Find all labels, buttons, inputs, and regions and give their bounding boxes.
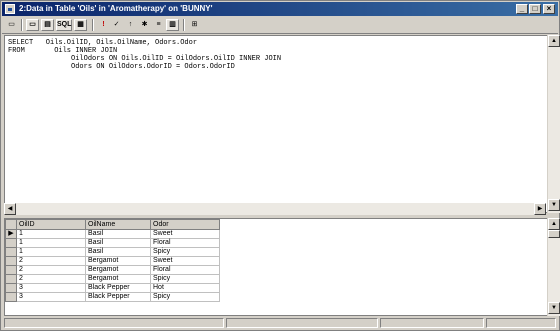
cell-oilid[interactable]: 1 bbox=[16, 247, 86, 257]
column-header-odor[interactable]: Odor bbox=[150, 219, 220, 230]
status-panel bbox=[380, 318, 484, 328]
cell-odor[interactable]: Floral bbox=[150, 238, 220, 248]
show-diagram-pane-icon[interactable]: ▭ bbox=[26, 19, 39, 31]
cell-odor[interactable]: Spicy bbox=[150, 274, 220, 284]
row-header[interactable] bbox=[5, 265, 17, 275]
status-panel bbox=[486, 318, 556, 328]
toolbar: ▭ ▭ ▤ SQL ▦ ! ✓ ↑ ✱ ≡ ▥ ⊞ bbox=[2, 17, 558, 34]
minimize-button[interactable]: _ bbox=[516, 4, 528, 14]
close-button[interactable]: × bbox=[543, 4, 555, 14]
table-row[interactable]: 2 Bergamot Floral bbox=[5, 265, 220, 275]
add-table-icon[interactable]: ⊞ bbox=[188, 19, 201, 31]
verify-sql-icon[interactable]: ✓ bbox=[110, 19, 123, 31]
sql-line: Odors ON OilOdors.OdorID = Odors.OdorID bbox=[8, 63, 235, 71]
maximize-button[interactable]: □ bbox=[529, 4, 541, 14]
cell-odor[interactable]: Spicy bbox=[150, 247, 220, 257]
sql-line: FROM Oils INNER JOIN bbox=[8, 47, 118, 55]
table-row[interactable]: 3 Black Pepper Hot bbox=[5, 283, 220, 293]
toolbar-separator bbox=[92, 19, 94, 31]
properties-icon[interactable]: ▭ bbox=[5, 19, 18, 31]
scroll-up-icon[interactable]: ▲ bbox=[548, 35, 560, 47]
table-row[interactable]: 2 Bergamot Sweet bbox=[5, 256, 220, 266]
cell-oilname[interactable]: Bergamot bbox=[85, 265, 151, 275]
cell-oilname[interactable]: Basil bbox=[85, 229, 151, 239]
row-header[interactable] bbox=[5, 292, 17, 302]
scroll-right-icon[interactable]: ▶ bbox=[534, 203, 546, 215]
window-title: 2:Data in Table 'Oils' in 'Aromatherapy'… bbox=[19, 4, 213, 13]
results-table: OilID OilName Odor ▶ 1 Basil Sweet 1 Bas… bbox=[5, 219, 220, 302]
current-row-indicator-icon[interactable]: ▶ bbox=[5, 229, 17, 239]
group-by-icon[interactable]: ≡ bbox=[152, 19, 165, 31]
cell-odor[interactable]: Hot bbox=[150, 283, 220, 293]
cell-oilid[interactable]: 2 bbox=[16, 274, 86, 284]
table-row[interactable]: 1 Basil Spicy bbox=[5, 247, 220, 257]
cell-oilid[interactable]: 3 bbox=[16, 292, 86, 302]
cell-odor[interactable]: Floral bbox=[150, 265, 220, 275]
scroll-left-icon[interactable]: ◀ bbox=[4, 203, 16, 215]
cell-oilname[interactable]: Black Pepper bbox=[85, 292, 151, 302]
column-header-oilname[interactable]: OilName bbox=[85, 219, 151, 230]
cell-oilname[interactable]: Black Pepper bbox=[85, 283, 151, 293]
sort-ascending-icon[interactable]: ↑ bbox=[124, 19, 137, 31]
show-results-pane-icon[interactable]: ▦ bbox=[74, 19, 87, 31]
table-row[interactable]: 3 Black Pepper Spicy bbox=[5, 292, 220, 302]
column-header-oilid[interactable]: OilID bbox=[16, 219, 86, 230]
toolbar-separator bbox=[183, 19, 185, 31]
cell-oilid[interactable]: 2 bbox=[16, 265, 86, 275]
sql-line: OilOdors ON Oils.OilID = OilOdors.OilID … bbox=[8, 55, 282, 63]
row-header[interactable] bbox=[5, 274, 17, 284]
status-panel bbox=[4, 318, 224, 328]
title-bar[interactable]: 2:Data in Table 'Oils' in 'Aromatherapy'… bbox=[2, 2, 558, 16]
row-header-corner bbox=[5, 219, 17, 230]
status-panel bbox=[226, 318, 378, 328]
cell-oilid[interactable]: 1 bbox=[16, 229, 86, 239]
remove-filter-icon[interactable]: ✱ bbox=[138, 19, 151, 31]
table-row[interactable]: 2 Bergamot Spicy bbox=[5, 274, 220, 284]
exclamation-icon[interactable]: ! bbox=[97, 19, 110, 31]
grid-empty-area bbox=[223, 219, 547, 315]
row-header[interactable] bbox=[5, 283, 17, 293]
cell-odor[interactable]: Sweet bbox=[150, 229, 220, 239]
sql-horizontal-scrollbar[interactable]: ◀ ▶ bbox=[4, 203, 546, 215]
cell-oilid[interactable]: 1 bbox=[16, 238, 86, 248]
row-header[interactable] bbox=[5, 256, 17, 266]
cell-oilid[interactable]: 3 bbox=[16, 283, 86, 293]
cell-oilname[interactable]: Basil bbox=[85, 238, 151, 248]
sql-pane[interactable]: SELECT Oils.OilID, Oils.OilName, Odors.O… bbox=[4, 35, 548, 213]
cell-oilname[interactable]: Basil bbox=[85, 247, 151, 257]
table-row[interactable]: ▶ 1 Basil Sweet bbox=[5, 229, 220, 239]
toolbar-separator bbox=[21, 19, 23, 31]
cell-odor[interactable]: Spicy bbox=[150, 292, 220, 302]
cell-oilname[interactable]: Bergamot bbox=[85, 274, 151, 284]
status-bar bbox=[2, 317, 558, 329]
results-grid-pane[interactable]: OilID OilName Odor ▶ 1 Basil Sweet 1 Bas… bbox=[4, 218, 548, 316]
query-window: 2:Data in Table 'Oils' in 'Aromatherapy'… bbox=[0, 0, 560, 331]
table-view-icon[interactable]: ▥ bbox=[166, 19, 179, 31]
scroll-down-icon[interactable]: ▼ bbox=[548, 199, 560, 211]
grid-vertical-scrollbar[interactable]: ▲ ▼ bbox=[547, 218, 560, 316]
cell-oilid[interactable]: 2 bbox=[16, 256, 86, 266]
show-sql-pane-button[interactable]: SQL bbox=[56, 19, 72, 31]
grid-header-row: OilID OilName Odor bbox=[5, 219, 220, 230]
row-header[interactable] bbox=[5, 238, 17, 248]
scroll-down-icon[interactable]: ▼ bbox=[548, 302, 560, 314]
show-grid-pane-icon[interactable]: ▤ bbox=[41, 19, 54, 31]
row-header[interactable] bbox=[5, 247, 17, 257]
scroll-up-icon[interactable]: ▲ bbox=[548, 218, 560, 230]
table-icon bbox=[5, 4, 15, 14]
table-row[interactable]: 1 Basil Floral bbox=[5, 238, 220, 248]
cell-odor[interactable]: Sweet bbox=[150, 256, 220, 266]
cell-oilname[interactable]: Bergamot bbox=[85, 256, 151, 266]
scroll-thumb[interactable] bbox=[548, 230, 560, 238]
sql-vertical-scrollbar[interactable]: ▲ ▼ bbox=[547, 35, 560, 213]
results-grid: OilID OilName Odor ▶ 1 Basil Sweet 1 Bas… bbox=[5, 219, 223, 315]
sql-line: SELECT Oils.OilID, Oils.OilName, Odors.O… bbox=[8, 39, 198, 47]
